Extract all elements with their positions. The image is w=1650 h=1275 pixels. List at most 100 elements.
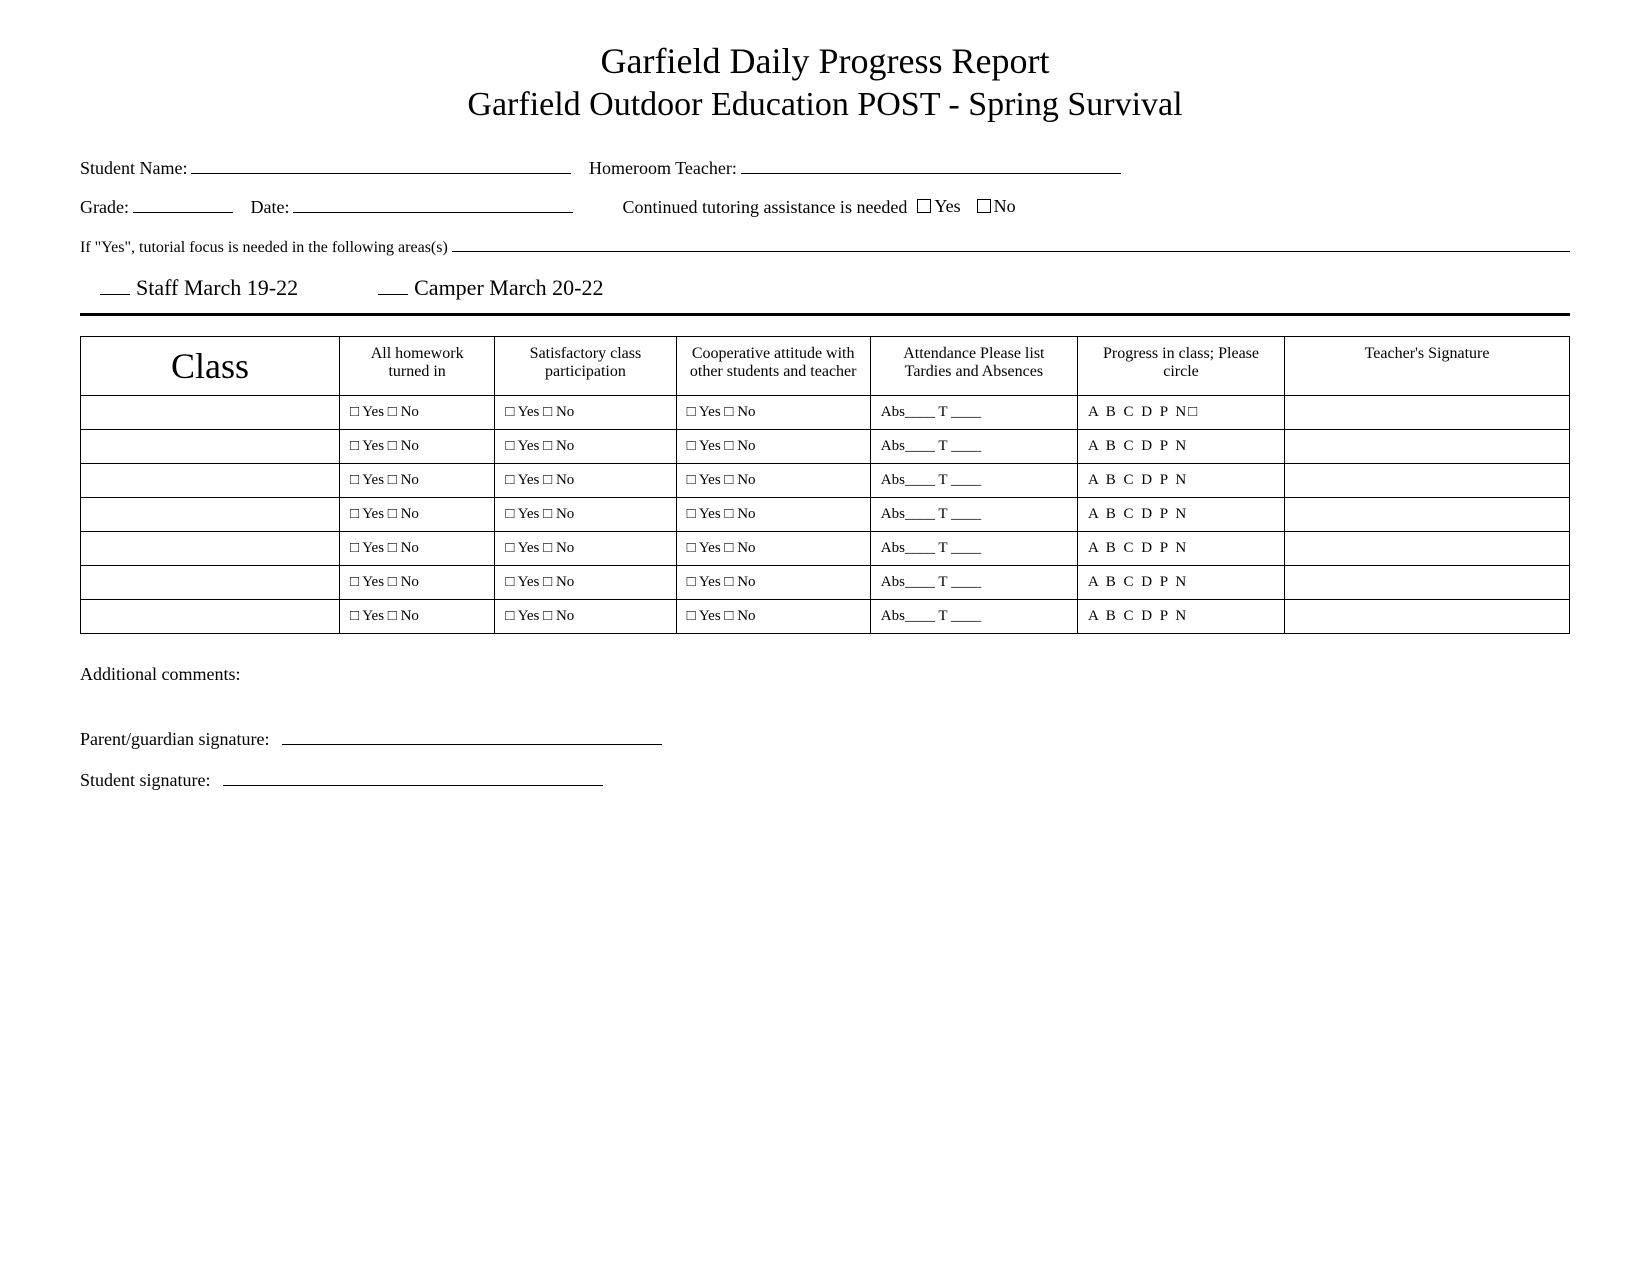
- table-row: □ Yes □ No□ Yes □ No□ Yes □ NoAbs____ T …: [81, 464, 1570, 498]
- camper-prefix: [378, 277, 408, 295]
- tutoring-checkboxes: Yes No: [917, 196, 1025, 217]
- tutorial-focus-row: If "Yes", tutorial focus is needed in th…: [80, 232, 1570, 257]
- homeroom-teacher-label: Homeroom Teacher:: [589, 158, 737, 179]
- signature-cell-6[interactable]: [1285, 600, 1570, 634]
- grade-label: Grade:: [80, 197, 129, 218]
- cooperative-header-text: Cooperative attitude with other students…: [690, 345, 857, 380]
- parent-guardian-label: Parent/guardian signature:: [80, 729, 269, 749]
- signature-cell-0[interactable]: [1285, 396, 1570, 430]
- cooperative-cell-1[interactable]: □ Yes □ No: [676, 430, 870, 464]
- col-satisfactory-header: Satisfactory class participation: [495, 337, 676, 396]
- homework-cell-1[interactable]: □ Yes □ No: [339, 430, 494, 464]
- cooperative-cell-2[interactable]: □ Yes □ No: [676, 464, 870, 498]
- table-row: □ Yes □ No□ Yes □ No□ Yes □ NoAbs____ T …: [81, 600, 1570, 634]
- student-homeroom-row: Student Name: Homeroom Teacher:: [80, 154, 1570, 179]
- class-cell-2[interactable]: [81, 464, 340, 498]
- col-signature-header: Teacher's Signature: [1285, 337, 1570, 396]
- yes-checkbox[interactable]: [917, 199, 931, 213]
- satisfactory-cell-6[interactable]: □ Yes □ No: [495, 600, 676, 634]
- staff-label: Staff March 19-22: [136, 275, 298, 301]
- class-cell-5[interactable]: [81, 566, 340, 600]
- staff-item: Staff March 19-22: [100, 275, 298, 301]
- no-checkbox-item[interactable]: No: [977, 196, 1016, 217]
- cooperative-cell-6[interactable]: □ Yes □ No: [676, 600, 870, 634]
- table-row: □ Yes □ No□ Yes □ No□ Yes □ NoAbs____ T …: [81, 532, 1570, 566]
- title-line1: Garfield Daily Progress Report: [80, 40, 1570, 82]
- class-cell-6[interactable]: [81, 600, 340, 634]
- homework-cell-6[interactable]: □ Yes □ No: [339, 600, 494, 634]
- page-header: Garfield Daily Progress Report Garfield …: [80, 40, 1570, 124]
- satisfactory-header-text: Satisfactory class participation: [530, 345, 642, 380]
- satisfactory-cell-0[interactable]: □ Yes □ No: [495, 396, 676, 430]
- homework-cell-2[interactable]: □ Yes □ No: [339, 464, 494, 498]
- signature-cell-3[interactable]: [1285, 498, 1570, 532]
- student-signature-line[interactable]: [223, 766, 603, 786]
- attendance-cell-4[interactable]: Abs____ T ____: [870, 532, 1077, 566]
- yes-checkbox-item[interactable]: Yes: [917, 196, 960, 217]
- section-divider: [80, 313, 1570, 316]
- no-checkbox[interactable]: [977, 199, 991, 213]
- col-attendance-header: Attendance Please list Tardies and Absen…: [870, 337, 1077, 396]
- attendance-cell-3[interactable]: Abs____ T ____: [870, 498, 1077, 532]
- no-label: No: [994, 196, 1016, 217]
- attendance-cell-2[interactable]: Abs____ T ____: [870, 464, 1077, 498]
- tutorial-focus-field[interactable]: [452, 232, 1570, 252]
- homework-cell-4[interactable]: □ Yes □ No: [339, 532, 494, 566]
- attendance-cell-6[interactable]: Abs____ T ____: [870, 600, 1077, 634]
- satisfactory-cell-3[interactable]: □ Yes □ No: [495, 498, 676, 532]
- cooperative-cell-0[interactable]: □ Yes □ No: [676, 396, 870, 430]
- table-row: □ Yes □ No□ Yes □ No□ Yes □ NoAbs____ T …: [81, 566, 1570, 600]
- satisfactory-cell-5[interactable]: □ Yes □ No: [495, 566, 676, 600]
- class-cell-4[interactable]: [81, 532, 340, 566]
- homework-cell-5[interactable]: □ Yes □ No: [339, 566, 494, 600]
- parent-signature-section: Parent/guardian signature:: [80, 725, 1570, 750]
- satisfactory-cell-1[interactable]: □ Yes □ No: [495, 430, 676, 464]
- date-label: Date:: [250, 197, 289, 218]
- attendance-cell-1[interactable]: Abs____ T ____: [870, 430, 1077, 464]
- col-progress-header: Progress in class; Please circle: [1077, 337, 1284, 396]
- attendance-cell-5[interactable]: Abs____ T ____: [870, 566, 1077, 600]
- class-cell-0[interactable]: [81, 396, 340, 430]
- date-field[interactable]: [293, 193, 573, 213]
- col-homework-header: All homework turned in: [339, 337, 494, 396]
- table-row: □ Yes □ No□ Yes □ No□ Yes □ NoAbs____ T …: [81, 430, 1570, 464]
- homeroom-teacher-field[interactable]: [741, 154, 1121, 174]
- cooperative-cell-4[interactable]: □ Yes □ No: [676, 532, 870, 566]
- camper-label: Camper March 20-22: [414, 275, 603, 301]
- class-cell-3[interactable]: [81, 498, 340, 532]
- cooperative-cell-5[interactable]: □ Yes □ No: [676, 566, 870, 600]
- progress-cell-2[interactable]: A B C D P N: [1077, 464, 1284, 498]
- class-cell-1[interactable]: [81, 430, 340, 464]
- staff-camper-row: Staff March 19-22 Camper March 20-22: [80, 275, 1570, 301]
- table-row: □ Yes □ No□ Yes □ No□ Yes □ NoAbs____ T …: [81, 396, 1570, 430]
- signature-cell-5[interactable]: [1285, 566, 1570, 600]
- attendance-cell-0[interactable]: Abs____ T ____: [870, 396, 1077, 430]
- grade-field[interactable]: [133, 193, 233, 213]
- tutorial-focus-label: If "Yes", tutorial focus is needed in th…: [80, 239, 448, 257]
- satisfactory-cell-2[interactable]: □ Yes □ No: [495, 464, 676, 498]
- homework-cell-0[interactable]: □ Yes □ No: [339, 396, 494, 430]
- cooperative-cell-3[interactable]: □ Yes □ No: [676, 498, 870, 532]
- parent-signature-line[interactable]: [282, 725, 662, 745]
- satisfactory-cell-4[interactable]: □ Yes □ No: [495, 532, 676, 566]
- student-name-field[interactable]: [191, 154, 571, 174]
- progress-cell-4[interactable]: A B C D P N: [1077, 532, 1284, 566]
- tutoring-label: Continued tutoring assistance is needed: [622, 197, 907, 218]
- signature-cell-1[interactable]: [1285, 430, 1570, 464]
- additional-comments-section: Additional comments:: [80, 664, 1570, 685]
- signature-cell-2[interactable]: [1285, 464, 1570, 498]
- signature-cell-4[interactable]: [1285, 532, 1570, 566]
- progress-cell-1[interactable]: A B C D P N: [1077, 430, 1284, 464]
- staff-prefix: [100, 277, 130, 295]
- signature-header-text: Teacher's Signature: [1365, 345, 1490, 362]
- progress-cell-3[interactable]: A B C D P N: [1077, 498, 1284, 532]
- homework-cell-3[interactable]: □ Yes □ No: [339, 498, 494, 532]
- col-class-header: Class: [81, 337, 340, 396]
- progress-cell-0[interactable]: A B C D P N□: [1077, 396, 1284, 430]
- title-line2: Garfield Outdoor Education POST - Spring…: [80, 86, 1570, 124]
- progress-cell-5[interactable]: A B C D P N: [1077, 566, 1284, 600]
- progress-cell-6[interactable]: A B C D P N: [1077, 600, 1284, 634]
- progress-header-text: Progress in class; Please circle: [1103, 345, 1259, 380]
- additional-comments-label: Additional comments:: [80, 664, 240, 684]
- student-name-label: Student Name:: [80, 158, 187, 179]
